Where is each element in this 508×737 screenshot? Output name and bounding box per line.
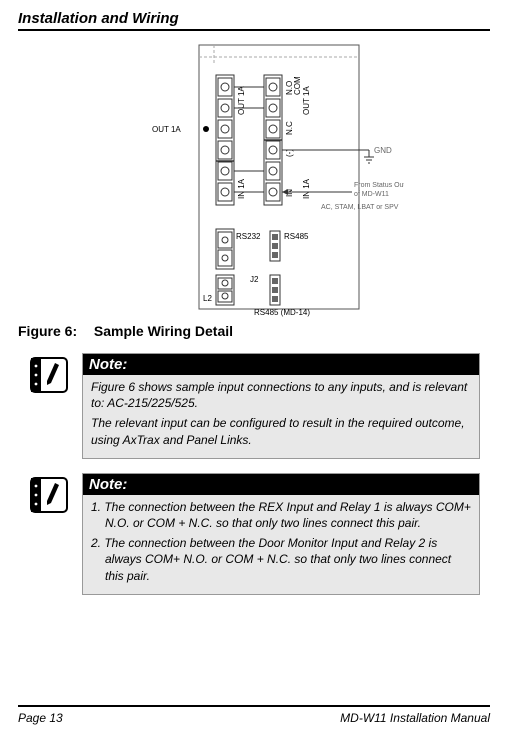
lbl-in1a-right: IN 1A: [302, 178, 311, 199]
wiring-diagram: OUT 1A IN 1A OUT 1A N.O COM N.C (-) IN: [104, 37, 404, 317]
page-footer: Page 13 MD-W11 Installation Manual: [18, 705, 490, 725]
lbl-rs232: RS232: [236, 232, 261, 241]
lbl-nc: N.C: [285, 121, 294, 135]
note1-p2: The relevant input can be configured to …: [91, 415, 471, 447]
lbl-out1a-right: OUT 1A: [302, 86, 311, 115]
lbl-gnd: GND: [374, 146, 392, 155]
lbl-l2: L2: [203, 294, 212, 303]
note-body-2: Note: 1. The connection between the REX …: [82, 473, 480, 595]
note-body-1: Note: Figure 6 shows sample input connec…: [82, 353, 480, 459]
lbl-ac-stam: AC, STAM, LBAT or SPV: [321, 204, 399, 211]
lbl-out1a-horiz: OUT 1A: [152, 125, 181, 134]
note-block-1: Note: Figure 6 shows sample input connec…: [18, 353, 490, 459]
note-block-2: Note: 1. The connection between the REX …: [18, 473, 490, 595]
note-icon: [28, 353, 72, 397]
note-title-2: Note:: [83, 474, 479, 495]
note-icon: [28, 473, 72, 517]
lbl-out1a-vert: OUT 1A: [237, 86, 246, 115]
figure-label: Figure 6:: [18, 323, 90, 339]
page-number: Page 13: [18, 711, 63, 725]
footer-rule: [18, 705, 490, 707]
status-dot: [203, 126, 209, 132]
lbl-from-status-1: From Status Output: [354, 182, 404, 189]
note2-item-2: 2. The connection between the Door Monit…: [91, 535, 471, 584]
lbl-j2: J2: [250, 275, 259, 284]
figure-caption-text: Sample Wiring Detail: [94, 323, 233, 339]
figure-caption: Figure 6: Sample Wiring Detail: [18, 323, 490, 339]
lbl-from-status-2: of MD-W11: [354, 191, 389, 198]
lbl-in1a-left: IN 1A: [237, 178, 246, 199]
lbl-rs485-right: RS485: [284, 232, 309, 241]
header-rule: [18, 29, 490, 31]
figure-container: OUT 1A IN 1A OUT 1A N.O COM N.C (-) IN: [18, 37, 490, 317]
note-title-1: Note:: [83, 354, 479, 375]
lbl-com: COM: [293, 76, 302, 95]
note1-p1: Figure 6 shows sample input connections …: [91, 379, 471, 411]
section-title: Installation and Wiring: [18, 10, 490, 27]
note2-item-1: 1. The connection between the REX Input …: [91, 499, 471, 531]
manual-title: MD-W11 Installation Manual: [340, 711, 490, 725]
lbl-rs485-md14: RS485 (MD-14): [254, 308, 310, 317]
